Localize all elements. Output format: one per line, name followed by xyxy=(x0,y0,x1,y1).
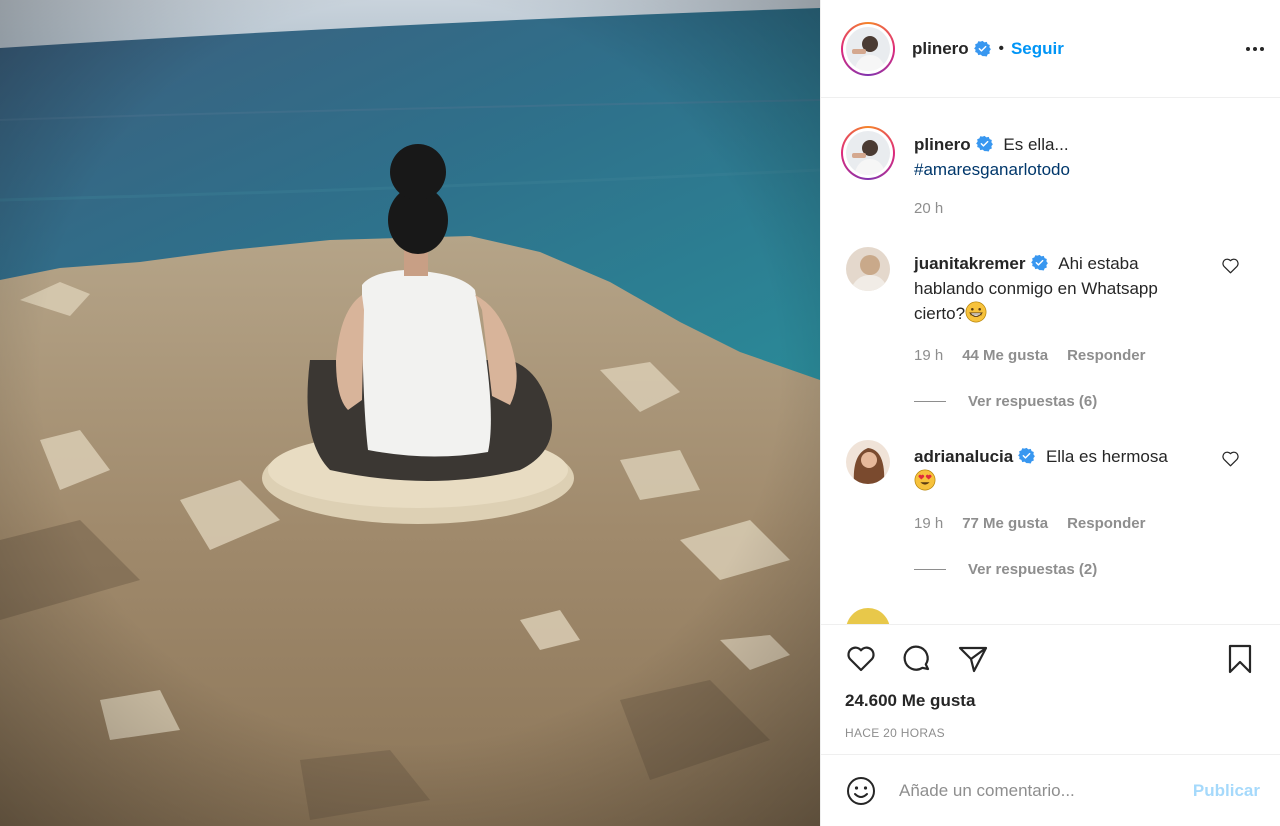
action-icons xyxy=(845,625,1264,687)
commenter-avatar[interactable] xyxy=(846,247,890,291)
heart-eyes-emoji xyxy=(914,469,936,491)
verified-badge-icon xyxy=(1030,254,1048,271)
comments-list[interactable]: plinero Es ella... #amaresganarlotodo 20… xyxy=(821,98,1280,624)
caption-avatar[interactable] xyxy=(841,126,895,180)
author-username[interactable]: plinero xyxy=(912,39,969,59)
comment-item: adrianalucia Ella es hermosa 19 h 77 Me … xyxy=(821,440,1280,536)
comment-time[interactable]: 19 h xyxy=(914,511,943,536)
post-timestamp[interactable]: HACE 20 HORAS xyxy=(845,726,1264,740)
replies-divider xyxy=(914,569,946,570)
bookmark-icon[interactable] xyxy=(1224,643,1256,675)
publish-button[interactable]: Publicar xyxy=(1193,781,1260,801)
view-replies-button[interactable]: Ver respuestas (6) xyxy=(914,393,1280,410)
comment-input[interactable] xyxy=(899,780,1193,801)
post-details-pane: plinero • Seguir plinero Es ella... #ama… xyxy=(820,0,1280,826)
avatar-image xyxy=(846,131,890,175)
verified-badge-icon xyxy=(973,40,991,57)
comment-meta: 19 h 44 Me gusta Responder xyxy=(914,343,1202,368)
post-caption: plinero Es ella... #amaresganarlotodo 20… xyxy=(821,98,1280,221)
smiley-icon[interactable] xyxy=(845,775,877,807)
heart-icon[interactable] xyxy=(845,643,877,675)
avatar-image xyxy=(846,26,890,71)
add-comment-bar: Publicar xyxy=(821,754,1280,826)
heart-icon[interactable] xyxy=(1221,257,1240,274)
comment-likes[interactable]: 77 Me gusta xyxy=(962,511,1048,536)
next-comment-avatar xyxy=(846,608,890,624)
reply-button[interactable]: Responder xyxy=(1067,343,1145,368)
caption-hashtag[interactable]: #amaresganarlotodo xyxy=(914,157,1070,182)
more-horizontal-icon[interactable] xyxy=(1246,39,1264,59)
follow-button[interactable]: Seguir xyxy=(1011,39,1064,59)
commenter-avatar[interactable] xyxy=(846,440,890,484)
grinning-face-emoji xyxy=(965,301,987,323)
header-separator: • xyxy=(998,40,1004,57)
heart-icon[interactable] xyxy=(1221,450,1240,467)
reply-button[interactable]: Responder xyxy=(1067,511,1145,536)
comment-icon[interactable] xyxy=(901,643,933,675)
author-avatar[interactable] xyxy=(841,21,895,76)
caption-time[interactable]: 20 h xyxy=(914,196,1070,221)
view-replies-label: Ver respuestas (6) xyxy=(968,393,1098,410)
view-replies-label: Ver respuestas (2) xyxy=(968,561,1098,578)
post-photo[interactable] xyxy=(0,0,820,826)
replies-divider xyxy=(914,401,946,402)
caption-username[interactable]: plinero xyxy=(914,135,971,154)
post-header: plinero • Seguir xyxy=(821,0,1280,98)
verified-badge-icon xyxy=(1018,447,1036,464)
view-replies-button[interactable]: Ver respuestas (2) xyxy=(914,561,1280,578)
commenter-username[interactable]: adrianalucia xyxy=(914,447,1013,466)
send-icon[interactable] xyxy=(957,643,989,675)
comment-item: juanitakremer Ahi estaba hablando conmig… xyxy=(821,247,1280,368)
instagram-post: plinero • Seguir plinero Es ella... #ama… xyxy=(0,0,1280,826)
comment-text: Ella es hermosa xyxy=(1045,447,1168,466)
comment-meta: 19 h 77 Me gusta Responder xyxy=(914,511,1202,536)
verified-badge-icon xyxy=(975,135,993,152)
post-image xyxy=(0,0,820,826)
likes-count[interactable]: 24.600 Me gusta xyxy=(845,691,1264,711)
post-actions: 24.600 Me gusta HACE 20 HORAS xyxy=(821,624,1280,754)
commenter-username[interactable]: juanitakremer xyxy=(914,254,1026,273)
caption-text: Es ella... xyxy=(1003,135,1069,154)
comment-likes[interactable]: 44 Me gusta xyxy=(962,343,1048,368)
comment-time[interactable]: 19 h xyxy=(914,343,943,368)
